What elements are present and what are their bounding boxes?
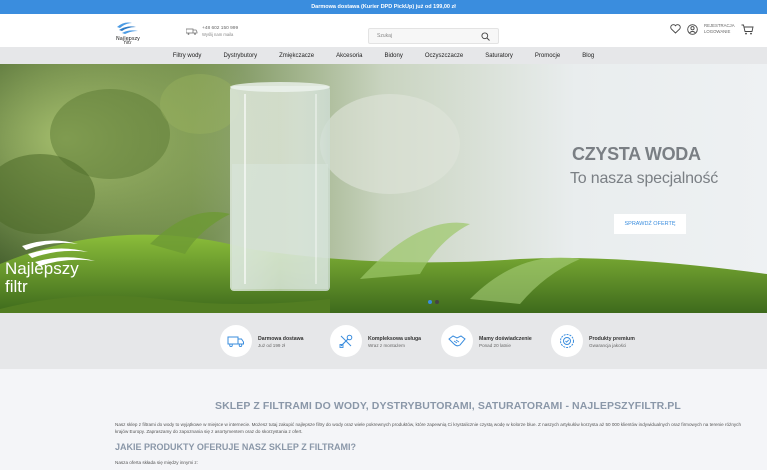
phone-number[interactable]: +48 602 150 999 <box>202 25 238 32</box>
nav-item-zmiekczacze[interactable]: Zmiękczacze <box>268 53 325 59</box>
hero-banner[interactable]: CZYSTA WODA To nasza specjalność SPRAWDŹ… <box>0 64 767 313</box>
login-link[interactable]: LOGOWANIE <box>704 29 735 35</box>
slider-dot-1[interactable] <box>428 300 432 304</box>
list-intro: Nasza oferta składa się między innymi z: <box>115 460 198 465</box>
hero-subline: To nasza specjalność <box>570 170 719 187</box>
hero-brand-line2: filtr <box>5 277 28 296</box>
slider-dot-2[interactable] <box>435 300 439 304</box>
feature-experience: Mamy doświadczenie Ponad 20 latnie <box>441 325 532 357</box>
nav-item-blog[interactable]: Blog <box>571 53 605 59</box>
contact-info[interactable]: +48 602 150 999 Wyślij nam maila <box>186 25 238 37</box>
hero-brand-line1: Najlepszy <box>5 259 79 278</box>
promo-text: Darmowa dostawa (Kurier DPD PickUp) już … <box>311 4 456 10</box>
slider-dots <box>428 300 439 304</box>
search-input[interactable]: Szukaj <box>368 28 499 44</box>
hero-cta-button[interactable]: SPRAWDŹ OFERTĘ <box>614 214 686 234</box>
feature-subtitle: Ponad 20 latnie <box>479 342 511 348</box>
truck-icon <box>220 325 252 357</box>
features-strip: Darmowa dostawa Już od 199 zł Kompleksow… <box>0 313 767 369</box>
promo-bar: Darmowa dostawa (Kurier DPD PickUp) już … <box>0 0 767 14</box>
feature-subtitle: Już od 199 zł <box>258 342 286 348</box>
account-links[interactable]: REJESTRACJA LOGOWANIE <box>704 23 735 35</box>
feature-free-delivery: Darmowa dostawa Już od 199 zł <box>220 325 304 357</box>
section-heading: JAKIE PRODUKTY OFERUJE NASZ SKLEP Z FILT… <box>115 442 357 452</box>
nav-item-dystrybutory[interactable]: Dystrybutory <box>212 53 268 59</box>
main-nav: Filtry wody Dystrybutory Zmiękczacze Akc… <box>0 47 767 64</box>
logo[interactable]: Najlepszy filtr <box>114 18 142 46</box>
search-placeholder: Szukaj <box>377 33 393 39</box>
user-icon[interactable] <box>687 23 698 35</box>
feature-title: Mamy doświadczenie <box>479 335 532 342</box>
intro-paragraph: Nasz sklep z filtrami do wody to wyjątko… <box>115 422 742 434</box>
nav-item-saturatory[interactable]: Saturatory <box>474 53 524 59</box>
handshake-icon <box>441 325 473 357</box>
badge-icon <box>551 325 583 357</box>
feature-service: Kompleksowa usługa Wraz z montażem <box>330 325 421 357</box>
hero-headline: CZYSTA WODA <box>572 144 701 164</box>
nav-item-akcesoria[interactable]: Akcesoria <box>325 53 373 59</box>
cart-icon[interactable] <box>741 24 754 35</box>
search-icon[interactable] <box>481 31 490 41</box>
page-title: SKLEP Z FILTRAMI DO WODY, DYSTRYBUTORAMI… <box>215 400 681 412</box>
feature-subtitle: Gwarancja jakości <box>589 342 627 348</box>
svg-text:filtr: filtr <box>124 40 132 44</box>
nav-item-promocje[interactable]: Promocje <box>524 53 571 59</box>
phone-truck-icon <box>186 28 198 35</box>
mail-link[interactable]: Wyślij nam maila <box>202 32 238 37</box>
nav-item-filtry-wody[interactable]: Filtry wody <box>162 53 213 59</box>
site-header: Najlepszy filtr +48 602 150 999 Wyślij n… <box>0 14 767 47</box>
tools-icon <box>330 325 362 357</box>
main-content: SKLEP Z FILTRAMI DO WODY, DYSTRYBUTORAMI… <box>0 369 767 470</box>
feature-title: Kompleksowa usługa <box>368 335 422 342</box>
feature-title: Produkty premium <box>589 335 635 342</box>
nav-item-bidony[interactable]: Bidony <box>373 53 413 59</box>
feature-title: Darmowa dostawa <box>258 335 304 342</box>
hero-brand-logo: Najlepszy filtr <box>5 242 79 296</box>
nav-item-oczyszczacze[interactable]: Oczyszczacze <box>414 53 474 59</box>
hero-image <box>0 64 767 313</box>
heart-icon[interactable] <box>670 24 681 34</box>
feature-premium: Produkty premium Gwarancja jakości <box>551 325 635 357</box>
header-actions: REJESTRACJA LOGOWANIE <box>670 23 754 35</box>
feature-subtitle: Wraz z montażem <box>368 342 405 348</box>
